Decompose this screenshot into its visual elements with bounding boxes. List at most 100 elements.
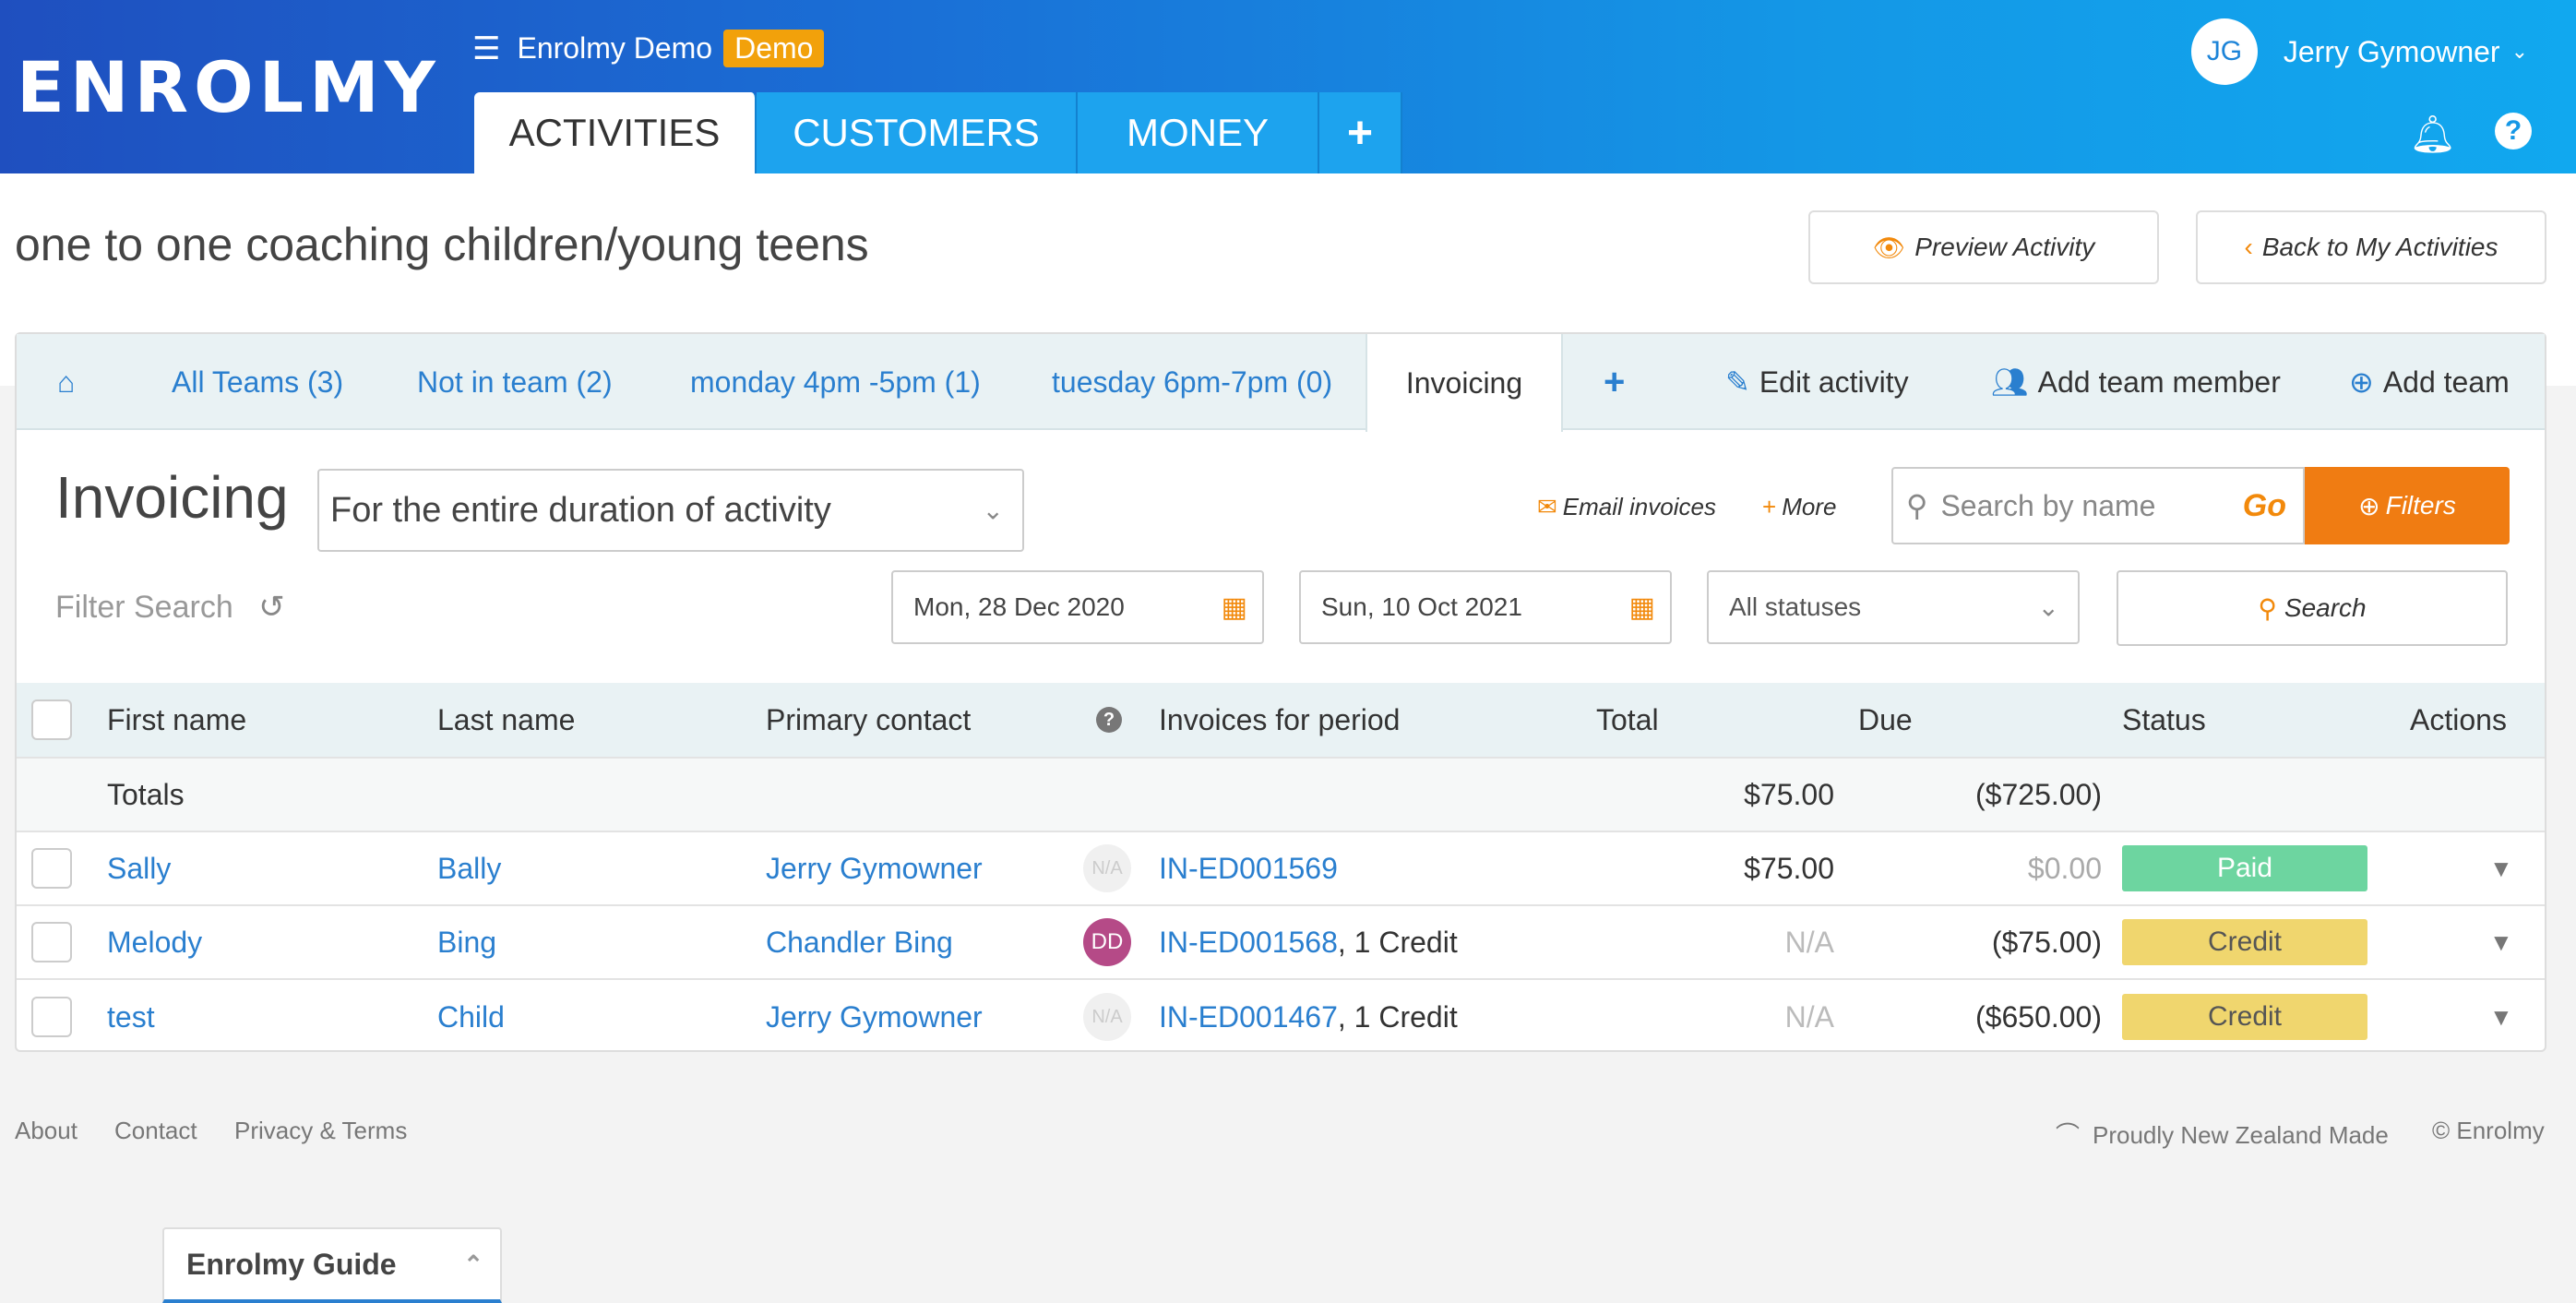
chevron-down-icon[interactable]: ▼ (2489, 1003, 2513, 1032)
contact-link[interactable]: Chandler Bing (766, 906, 953, 978)
tab-all-teams[interactable]: All Teams (3) (172, 334, 343, 430)
org-switcher[interactable]: ☰ Enrolmy Demo Demo (472, 30, 825, 67)
home-tab[interactable]: ⌂ (57, 334, 75, 430)
calendar-icon[interactable]: ▦ (1222, 592, 1247, 624)
row-checkbox[interactable] (31, 980, 72, 1054)
row-actions-dropdown[interactable]: ▼ (2489, 906, 2513, 978)
last-name-link[interactable]: Child (437, 980, 505, 1054)
reset-icon[interactable]: ↺ (258, 590, 285, 625)
nav-tab-customers[interactable]: CUSTOMERS (757, 92, 1078, 173)
question-icon: ? (1096, 707, 1122, 733)
user-name[interactable]: Jerry Gymowner (2284, 35, 2500, 69)
col-total[interactable]: Total (1596, 683, 1659, 757)
footer-privacy-link[interactable]: Privacy & Terms (234, 1117, 407, 1145)
col-first-name[interactable]: First name (107, 683, 428, 757)
invoice-link[interactable]: IN-ED001568 (1159, 926, 1338, 960)
nav-tab-activities[interactable]: ACTIVITIES (474, 92, 757, 173)
row-actions-dropdown[interactable]: ▼ (2489, 980, 2513, 1054)
row-checkbox[interactable] (31, 906, 72, 978)
invoice-cell: IN-ED001569 (1159, 832, 1338, 904)
bell-icon[interactable]: 🔔︎ (2409, 113, 2456, 156)
search-input[interactable]: ⚲ Search by name Go (1891, 467, 2305, 544)
contact-link[interactable]: Jerry Gymowner (766, 980, 983, 1054)
status-credit-badge: Credit (2122, 994, 2367, 1040)
email-invoices-link[interactable]: ✉ Email invoices (1537, 493, 1716, 521)
invoice-link[interactable]: IN-ED001467 (1159, 1000, 1338, 1034)
more-link[interactable]: + More (1762, 493, 1836, 521)
footer-about-link[interactable]: About (15, 1117, 78, 1145)
tab-tuesday[interactable]: tuesday 6pm-7pm (0) (1052, 334, 1332, 430)
totals-due: ($725.00) (1975, 777, 2102, 811)
first-name-link[interactable]: Sally (107, 832, 171, 904)
col-help[interactable]: ? (1096, 683, 1122, 757)
select-all-checkbox[interactable] (31, 683, 72, 757)
tab-add-team-plus[interactable]: + (1604, 334, 1625, 430)
row-checkbox[interactable] (31, 832, 72, 904)
tab-not-in-team[interactable]: Not in team (2) (417, 334, 613, 430)
nav-tab-money[interactable]: MONEY (1078, 92, 1319, 173)
chevron-down-icon[interactable]: ▼ (2489, 928, 2513, 957)
table-row: test Child Jerry Gymowner N/A IN-ED00146… (17, 980, 2545, 1054)
tab-invoicing[interactable]: Invoicing (1366, 334, 1563, 432)
enrolmy-logo[interactable]: ENROLMY (17, 46, 441, 128)
contact-link[interactable]: Jerry Gymowner (766, 832, 983, 904)
col-invoices[interactable]: Invoices for period (1159, 683, 1400, 757)
col-status[interactable]: Status (2122, 683, 2206, 757)
preview-activity-button[interactable]: 👁︎ Preview Activity (1808, 210, 2159, 284)
avatar: N/A (1083, 993, 1131, 1041)
nav-tab-add[interactable]: + (1319, 92, 1402, 173)
back-to-activities-button[interactable]: ‹ Back to My Activities (2196, 210, 2546, 284)
enrolmy-guide-widget[interactable]: Enrolmy Guide ⌃ (162, 1227, 502, 1303)
avatar[interactable]: JG (2190, 18, 2258, 85)
search-placeholder: Search by name (1940, 488, 2156, 522)
invoice-link[interactable]: IN-ED001569 (1159, 852, 1338, 886)
status-select[interactable]: All statuses ⌄ (1707, 570, 2080, 644)
edit-activity-label: Edit activity (1759, 365, 1909, 399)
calendar-icon[interactable]: ▦ (1629, 592, 1655, 624)
footer-contact-link[interactable]: Contact (114, 1117, 197, 1145)
tab-monday[interactable]: monday 4pm -5pm (1) (690, 334, 981, 430)
add-team-member-link[interactable]: 👥︎ Add team member (1991, 334, 2281, 430)
invoice-cell: IN-ED001568 , 1 Credit (1159, 906, 1458, 978)
col-last-name[interactable]: Last name (437, 683, 575, 757)
last-name-link[interactable]: Bing (437, 906, 496, 978)
date-from-field[interactable]: Mon, 28 Dec 2020 ▦ (891, 570, 1264, 644)
filters-button[interactable]: ⊕ Filters (2305, 467, 2510, 544)
guide-label: Enrolmy Guide (186, 1247, 397, 1281)
section-title: Invoicing (55, 464, 289, 531)
status-badge: Paid (2122, 832, 2367, 904)
first-name-link[interactable]: Melody (107, 906, 202, 978)
date-to-field[interactable]: Sun, 10 Oct 2021 ▦ (1299, 570, 1672, 644)
user-menu[interactable]: JG Jerry Gymowner ⌄ (2190, 18, 2528, 85)
add-team-link[interactable]: ⊕ Add team (2349, 334, 2510, 430)
col-due[interactable]: Due (1858, 683, 1913, 757)
chevron-down-icon[interactable]: ⌄ (2511, 40, 2528, 64)
fern-icon: ⌒ (2056, 1121, 2081, 1149)
add-member-label: Add team member (2037, 365, 2281, 399)
avatar[interactable]: DD (1083, 918, 1131, 966)
go-button[interactable]: Go (2243, 488, 2286, 524)
edit-activity-link[interactable]: ✎ Edit activity (1725, 334, 1909, 430)
plus-circle-icon: ⊕ (2358, 491, 2380, 520)
plus-icon: + (1762, 493, 1777, 520)
table-row: Sally Bally Jerry Gymowner N/A IN-ED0015… (17, 832, 2545, 906)
status-paid-badge: Paid (2122, 845, 2367, 891)
search-button[interactable]: ⚲ Search (2117, 570, 2508, 646)
last-name-link[interactable]: Bally (437, 832, 501, 904)
hamburger-menu-icon[interactable]: ☰ (472, 30, 500, 67)
col-actions: Actions (2410, 702, 2507, 736)
more-label: More (1782, 493, 1837, 520)
first-name-link[interactable]: test (107, 980, 155, 1054)
nz-made: ⌒ Proudly New Zealand Made (2056, 1117, 2389, 1151)
row-total: N/A (1784, 925, 1834, 959)
help-icon[interactable]: ? (2495, 113, 2532, 149)
row-actions-dropdown[interactable]: ▼ (2489, 832, 2513, 904)
period-select[interactable]: For the entire duration of activity ⌄ (317, 469, 1024, 552)
copyright: © Enrolmy (2432, 1117, 2545, 1144)
chevron-left-icon: ‹ (2244, 233, 2253, 261)
preview-activity-label: Preview Activity (1914, 233, 2095, 261)
col-primary-contact[interactable]: Primary contact (766, 683, 971, 757)
chevron-down-icon[interactable]: ▼ (2489, 855, 2513, 883)
invoices-table: First name Last name Primary contact ? I… (17, 683, 2545, 1054)
chevron-up-icon[interactable]: ⌃ (463, 1250, 483, 1279)
